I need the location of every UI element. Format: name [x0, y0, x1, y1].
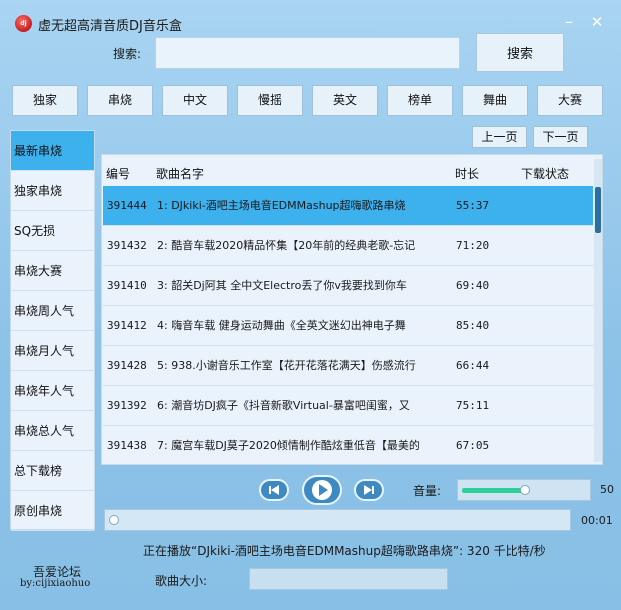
author-credit: by:cijixiaohuo: [20, 578, 91, 589]
sidebar-item[interactable]: 串烧月人气: [11, 331, 94, 371]
header-id: 编号: [106, 167, 131, 181]
previous-track-button[interactable]: [259, 479, 289, 501]
table-row[interactable]: 391428 5: 938.小谢音乐工作室【花开花落花满天】伤感流行 66:44: [103, 346, 593, 386]
song-duration: 67:05: [456, 439, 490, 452]
song-name: 4: 嗨音车载 健身运动舞曲《全英文迷幻出神电子舞: [157, 319, 406, 332]
song-id: 391392: [107, 399, 147, 412]
song-duration: 75:11: [456, 399, 490, 412]
song-id: 391444: [107, 199, 147, 212]
table-scrollbar[interactable]: [594, 159, 602, 462]
search-label: 搜索:: [113, 47, 142, 61]
song-name: 3: 韶关Dj阿其 全中文Electro丢了你v我要找到你车: [157, 279, 407, 292]
sidebar: 最新串烧 独家串烧 SQ无损 串烧大赛 串烧周人气 串烧月人气 串烧年人气 串烧总人气 总下载榜…: [10, 130, 95, 531]
header-duration: 时长: [455, 167, 480, 181]
song-duration: 69:40: [456, 279, 490, 292]
table-row[interactable]: 391438 7: 魔宫车载DJ莫子2020倾情制作酷炫重低音【最美的 67:05: [103, 426, 593, 464]
category-tab[interactable]: 舞曲: [462, 85, 528, 116]
app-window: dj 虚无超高清音质DJ音乐盒 – ✕ 搜索: 搜索 独家 串烧 中文 慢摇 英文 榜单舞…: [0, 0, 621, 610]
category-tab[interactable]: 独家: [12, 85, 78, 116]
song-id: 391428: [107, 359, 147, 372]
app-title: 虚无超高清音质DJ音乐盒: [38, 19, 182, 34]
search-input[interactable]: [155, 37, 460, 69]
header-name: 歌曲名字: [156, 167, 205, 181]
next-track-button[interactable]: [354, 479, 384, 501]
sidebar-item[interactable]: 总下载榜: [11, 451, 94, 491]
table-row[interactable]: 391410 3: 韶关Dj阿其 全中文Electro丢了你v我要找到你车 69:4…: [103, 266, 593, 306]
song-name: 5: 938.小谢音乐工作室【花开花落花满天】伤感流行: [157, 359, 416, 372]
sidebar-item[interactable]: 串烧大赛: [11, 251, 94, 291]
song-id: 391432: [107, 239, 147, 252]
header-status: 下载状态: [521, 167, 570, 181]
now-playing-text: 正在播放“DJkiki-酒吧主场电音EDMMashup超嗨歌路串烧”: 320 …: [143, 544, 546, 558]
app-logo-icon: dj: [15, 15, 32, 32]
song-duration: 71:20: [456, 239, 490, 252]
table-row[interactable]: 391412 4: 嗨音车载 健身运动舞曲《全英文迷幻出神电子舞 85:40: [103, 306, 593, 346]
play-icon: [312, 480, 332, 500]
category-tab[interactable]: 榜单: [387, 85, 453, 116]
table-row[interactable]: 391432 2: 酷音车载2020精品怀集【20年前的经典老歌-忘记 71:20: [103, 226, 593, 266]
song-name: 6: 潮音坊DJ疯子《抖音新歌Virtual-暴富吧闺蜜，又: [157, 399, 410, 412]
category-tab[interactable]: 串烧: [87, 85, 153, 116]
sidebar-item[interactable]: 最新串烧: [11, 131, 94, 171]
elapsed-time: 00:01: [581, 514, 613, 527]
song-size-field: [249, 568, 448, 590]
category-tab[interactable]: 中文: [162, 85, 228, 116]
volume-fill: [462, 488, 525, 493]
song-name: 7: 魔宫车载DJ莫子2020倾情制作酷炫重低音【最美的: [157, 439, 420, 452]
sidebar-item[interactable]: 原创串烧: [11, 491, 94, 531]
play-button[interactable]: [302, 475, 342, 505]
volume-label: 音量:: [413, 484, 442, 498]
category-tab[interactable]: 英文: [312, 85, 378, 116]
prev-page-button[interactable]: 上一页: [472, 126, 527, 148]
table-row[interactable]: 391444 1: DJkiki-酒吧主场电音EDMMashup超嗨歌路串烧 55:…: [103, 186, 593, 226]
song-table: 编号 歌曲名字 时长 下载状态 391444 1: DJkiki-酒吧主场电音ED…: [101, 154, 603, 465]
progress-knob[interactable]: [109, 515, 119, 525]
table-row[interactable]: 391392 6: 潮音坊DJ疯子《抖音新歌Virtual-暴富吧闺蜜，又 75:1…: [103, 386, 593, 426]
song-name: 1: DJkiki-酒吧主场电音EDMMashup超嗨歌路串烧: [157, 199, 406, 212]
category-tab[interactable]: 慢摇: [237, 85, 303, 116]
sidebar-item[interactable]: 串烧总人气: [11, 411, 94, 451]
close-button[interactable]: ✕: [588, 12, 606, 32]
song-size-label: 歌曲大小:: [155, 574, 208, 588]
song-duration: 66:44: [456, 359, 490, 372]
sidebar-item[interactable]: 串烧年人气: [11, 371, 94, 411]
song-id: 391410: [107, 279, 147, 292]
progress-slider[interactable]: [104, 509, 571, 531]
sidebar-item[interactable]: SQ无损: [11, 211, 94, 251]
song-id: 391412: [107, 319, 147, 332]
category-tab[interactable]: 大赛: [537, 85, 603, 116]
sidebar-item[interactable]: 串烧周人气: [11, 291, 94, 331]
volume-value: 50: [600, 483, 614, 496]
song-duration: 85:40: [456, 319, 490, 332]
next-page-button[interactable]: 下一页: [533, 126, 588, 148]
search-button[interactable]: 搜索: [476, 33, 564, 72]
volume-knob[interactable]: [520, 485, 530, 495]
skip-back-icon: [269, 485, 279, 495]
table-scrollbar-thumb[interactable]: [595, 187, 601, 233]
sidebar-item[interactable]: 独家串烧: [11, 171, 94, 211]
minimize-button[interactable]: –: [560, 12, 578, 32]
volume-slider[interactable]: [457, 479, 591, 501]
song-name: 2: 酷音车载2020精品怀集【20年前的经典老歌-忘记: [157, 239, 416, 252]
skip-forward-icon: [364, 485, 374, 495]
song-duration: 55:37: [456, 199, 490, 212]
song-id: 391438: [107, 439, 147, 452]
